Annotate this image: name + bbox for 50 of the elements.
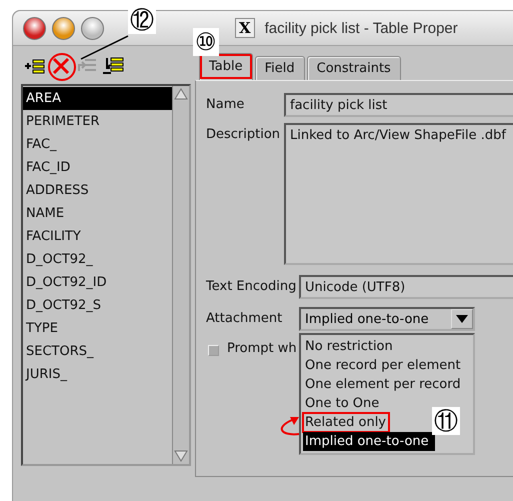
minimize-icon[interactable] <box>52 16 75 40</box>
field-item[interactable]: SECTORS_ <box>23 340 172 363</box>
window-title: facility pick list - Table Proper <box>264 20 458 36</box>
close-icon <box>52 57 70 75</box>
tab[interactable]: Field <box>254 56 305 80</box>
name-label: Name <box>206 96 246 112</box>
field-item[interactable]: D_OCT92_ <box>23 248 172 271</box>
zoom-icon[interactable] <box>81 16 104 40</box>
field-item[interactable]: PERIMETER <box>23 110 172 133</box>
attachment-dropdown[interactable]: Implied one-to-one <box>299 307 475 331</box>
field-item[interactable]: ADDRESS <box>23 179 172 202</box>
menu-item[interactable]: One element per record <box>303 375 464 394</box>
tab[interactable]: Table <box>199 53 253 80</box>
menu-item[interactable]: One record per element <box>303 356 464 375</box>
callout-number: ⑩ <box>193 28 219 56</box>
menu-item[interactable]: One to One <box>303 394 382 413</box>
encoding-field[interactable]: Unicode (UTF8) <box>299 275 513 299</box>
encoding-label: Text Encoding <box>206 278 298 294</box>
import-fields-button[interactable] <box>101 55 125 77</box>
description-label: Description <box>206 126 282 142</box>
field-item[interactable]: FAC_ID <box>23 156 172 179</box>
field-item[interactable]: NAME <box>23 202 172 225</box>
menu-item[interactable]: Implied one-to-one <box>303 432 435 451</box>
name-field[interactable]: facility pick list <box>284 93 513 117</box>
add-list-icon <box>24 57 46 75</box>
prompt-label: Prompt wh <box>227 340 297 356</box>
field-item[interactable]: AREA <box>23 87 172 110</box>
scroll-down-icon[interactable] <box>173 448 189 464</box>
description-field[interactable]: Linked to Arc/View ShapeFile .dbf <box>284 123 513 265</box>
field-item[interactable]: D_OCT92_S <box>23 294 172 317</box>
scroll-up-icon[interactable] <box>173 86 189 102</box>
field-item[interactable]: FAC_ <box>23 133 172 156</box>
attachment-label: Attachment <box>206 310 284 326</box>
field-item[interactable]: FACILITY <box>23 225 172 248</box>
tab[interactable]: Constraints <box>306 56 401 80</box>
field-item[interactable]: D_OCT92_ID <box>23 271 172 294</box>
prompt-checkbox[interactable] <box>208 345 219 356</box>
leader-line <box>80 35 130 60</box>
field-item[interactable]: TYPE <box>23 317 172 340</box>
menu-item[interactable]: No restriction <box>303 337 396 356</box>
callout-number: ⑫ <box>128 6 156 34</box>
close-icon[interactable] <box>23 16 46 40</box>
highlight-circle <box>47 52 77 82</box>
field-item[interactable]: JURIS_ <box>23 363 172 386</box>
menu-item[interactable]: Related only <box>303 413 390 432</box>
arrow-list-icon <box>102 56 124 76</box>
scrollbar[interactable] <box>172 86 189 464</box>
app-icon: X <box>235 18 255 38</box>
callout-number: ⑪ <box>432 407 460 435</box>
dropdown-arrow-icon <box>456 315 468 323</box>
